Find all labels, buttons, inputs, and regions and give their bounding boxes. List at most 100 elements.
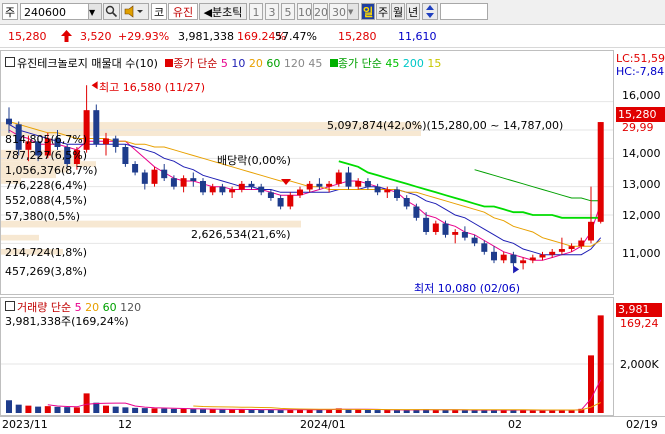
axis-tick-12000: 12,000 bbox=[622, 209, 661, 222]
candle-body bbox=[481, 243, 488, 252]
volume-bar bbox=[54, 406, 61, 413]
x-label-02-19: 02/19 bbox=[626, 418, 658, 431]
right-axis: LC:51,59 HC:-7,84 16,000 15,280 29,99 14… bbox=[614, 50, 665, 416]
quote-bar: 15,280 3,520 +29.93% 3,981,338 169.24% 5… bbox=[0, 25, 665, 48]
volume-bar bbox=[141, 408, 148, 413]
volume-bar bbox=[25, 405, 32, 413]
axis-tick-13000: 13,000 bbox=[622, 178, 661, 191]
legend-swatch2-icon bbox=[329, 59, 338, 67]
candle-body bbox=[219, 186, 226, 193]
axis-tick-16000: 16,000 bbox=[622, 89, 661, 102]
candle-body bbox=[306, 183, 313, 190]
legend-box-icon bbox=[5, 57, 15, 67]
candle-body bbox=[568, 246, 575, 249]
legend-ma2-45: 45 bbox=[385, 57, 400, 70]
candle-body bbox=[209, 186, 216, 193]
volume-bar bbox=[103, 405, 109, 413]
candle-body bbox=[248, 183, 255, 187]
lc-value: LC:51,59 bbox=[616, 52, 665, 65]
volume-panel[interactable]: 거래량 단순 5 20 60 120 3,981,338주(169,24%) bbox=[0, 297, 614, 416]
magnifier-icon[interactable] bbox=[103, 3, 120, 20]
volume-bar bbox=[229, 409, 236, 413]
candle-body bbox=[374, 186, 381, 193]
candle-body bbox=[112, 138, 119, 147]
candle-body bbox=[558, 249, 565, 252]
legend-indicator: 유진테크놀로지 매물대 수(10) bbox=[17, 57, 158, 70]
volume-bar bbox=[364, 409, 371, 413]
candle-body bbox=[403, 198, 410, 207]
period-dropdown-icon[interactable]: ▼ bbox=[347, 4, 358, 19]
period-30[interactable]: 30 ▼ bbox=[329, 3, 359, 20]
candle-body bbox=[432, 223, 439, 232]
tick-button[interactable]: ◀분초틱 bbox=[199, 3, 247, 20]
x-label-2023-11: 2023/11 bbox=[2, 418, 48, 431]
weekly-button[interactable]: 주 bbox=[376, 3, 390, 20]
axis-tick-14000: 14,000 bbox=[622, 147, 661, 160]
volume-bar bbox=[471, 410, 478, 413]
period-20[interactable]: 20 bbox=[313, 3, 328, 20]
price-change: 3,520 bbox=[80, 30, 112, 43]
candle-body bbox=[597, 122, 604, 222]
period-10[interactable]: 10 bbox=[297, 3, 312, 20]
candle-body bbox=[258, 186, 265, 193]
volume-bar bbox=[510, 410, 517, 413]
volume-bar bbox=[248, 409, 255, 413]
volume-current: 3,981,338주(169,24%) bbox=[5, 315, 129, 328]
candle-body bbox=[6, 118, 12, 125]
stock-code-text: 240600 bbox=[24, 6, 66, 19]
volume-bar bbox=[588, 355, 594, 413]
volume-bar bbox=[190, 409, 197, 413]
vp-label-6: 57,380(0,5%) bbox=[5, 210, 81, 223]
monthly-button[interactable]: 월 bbox=[391, 3, 405, 20]
volume-bar bbox=[83, 393, 90, 413]
candle-body bbox=[471, 237, 478, 244]
legend-ma2-label: 종가 단순 bbox=[337, 57, 382, 70]
candle-body bbox=[103, 138, 109, 145]
vp-label-7: 214,724(1,8%) bbox=[5, 246, 88, 259]
price-panel[interactable]: 유진테크놀로지 매물대 수(10) 종가 단순 5 10 20 60 120 4… bbox=[0, 50, 614, 295]
vp-label-2: 787,227(6,5%) bbox=[5, 149, 88, 162]
ma-line-5 bbox=[8, 129, 602, 261]
daily-button[interactable]: 일 bbox=[361, 3, 375, 20]
dropdown-arrow-icon[interactable]: ▼ bbox=[88, 4, 101, 19]
candle-body bbox=[141, 172, 148, 184]
low-arrow-icon bbox=[513, 265, 520, 274]
volume-bar bbox=[355, 409, 362, 413]
x-label-2024-01: 2024/01 bbox=[300, 418, 346, 431]
candle-body bbox=[413, 206, 420, 218]
low-annotation: 최저 10,080 (02/06) bbox=[414, 282, 521, 295]
stock-code-input[interactable]: 240600 ▼ bbox=[20, 3, 102, 20]
candle-body bbox=[326, 183, 333, 187]
volume-bar bbox=[258, 409, 265, 413]
ma-value-label: 29,99 bbox=[622, 121, 654, 134]
volume-bar bbox=[180, 408, 187, 413]
volume-profile-band bbox=[1, 234, 39, 241]
volume-bar bbox=[394, 410, 400, 413]
candle-body bbox=[161, 169, 168, 179]
candle-body bbox=[180, 178, 187, 187]
period-5[interactable]: 5 bbox=[281, 3, 295, 20]
period-1[interactable]: 1 bbox=[249, 3, 263, 20]
company-name[interactable]: 유진 bbox=[168, 3, 198, 20]
toolbar: 주 240600 ▼ 코 유진 ◀분초틱 1 3 5 10 20 30 ▼ 일 주 … bbox=[0, 0, 665, 25]
period-3[interactable]: 3 bbox=[265, 3, 279, 20]
candle-body bbox=[277, 198, 284, 207]
up-arrow-icon bbox=[61, 30, 72, 45]
volume-bar bbox=[597, 315, 604, 413]
candle-body bbox=[442, 223, 449, 235]
volume-bar bbox=[73, 407, 80, 413]
vol-axis-tick: 2,000K bbox=[620, 358, 659, 371]
volume-bar bbox=[35, 406, 42, 413]
speaker-icon[interactable] bbox=[121, 3, 149, 20]
volume-bar bbox=[151, 408, 158, 413]
yearly-button[interactable]: 년 bbox=[406, 3, 420, 20]
dividend-marker-icon bbox=[281, 179, 291, 185]
legend-ma2-200: 200 bbox=[402, 57, 424, 70]
vp-label-1: 814,805(6,7%) bbox=[5, 133, 88, 146]
market-select[interactable]: 주 bbox=[2, 3, 18, 20]
blank-field[interactable] bbox=[440, 3, 488, 20]
x-axis: 2023/11 12 2024/01 02 02/19 bbox=[0, 416, 665, 434]
updown-arrow-icon[interactable] bbox=[422, 3, 438, 20]
volume-bar bbox=[452, 410, 459, 413]
candle-body bbox=[200, 181, 206, 193]
